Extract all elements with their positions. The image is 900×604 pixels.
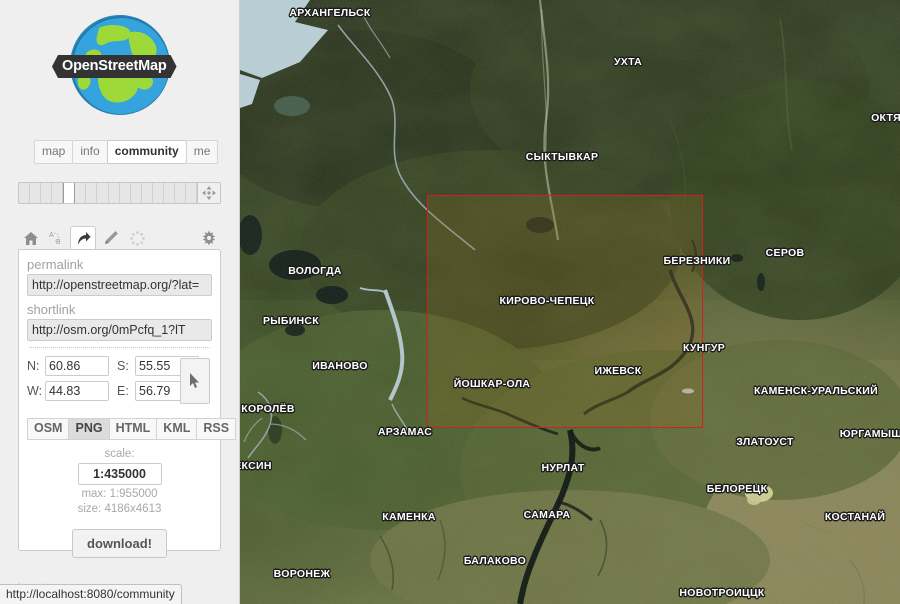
- zoom-slider-tick[interactable]: [75, 183, 87, 203]
- gear-icon[interactable]: [196, 226, 222, 250]
- city-label: АРХАНГЕЛЬСК: [289, 7, 371, 19]
- city-label: ЕКСИН: [240, 460, 272, 472]
- map-canvas[interactable]: АРХАНГЕЛЬСК УХТА ОКТЯ СЫКТЫВКАР СЕРОВ БЕРЕЗНИ…: [240, 0, 900, 604]
- city-label: ВОЛОГДА: [288, 265, 342, 277]
- format-button-group[interactable]: OSM PNG HTML KML RSS: [27, 418, 237, 440]
- city-label: ОКТЯ: [871, 112, 900, 124]
- tab-map[interactable]: map: [34, 140, 74, 164]
- logo-wordmark: OpenStreetMap: [52, 55, 177, 78]
- pan-control-button[interactable]: [197, 183, 220, 203]
- svg-text:A: A: [49, 232, 54, 239]
- city-label: НУРЛАТ: [541, 462, 585, 474]
- north-input[interactable]: [45, 356, 109, 376]
- zoom-slider[interactable]: [18, 182, 221, 204]
- east-label: E:: [117, 384, 129, 398]
- panel-divider: [29, 347, 210, 348]
- zoom-slider-tick[interactable]: [52, 183, 64, 203]
- scale-label: scale:: [104, 448, 135, 460]
- format-button-kml[interactable]: KML: [156, 418, 198, 440]
- tab-info[interactable]: info: [72, 140, 108, 164]
- city-label: КАМЕНСК-УРАЛЬСКИЙ: [754, 385, 878, 397]
- zoom-slider-tick[interactable]: [97, 183, 109, 203]
- zoom-slider-tick[interactable]: [19, 183, 31, 203]
- city-label: ЙОШКАР-ОЛА: [453, 378, 531, 390]
- zoom-slider-tick[interactable]: [164, 183, 175, 203]
- zoom-slider-tick[interactable]: [186, 183, 197, 203]
- south-label: S:: [117, 359, 129, 373]
- zoom-slider-tick[interactable]: [120, 183, 131, 203]
- zoom-slider-tick[interactable]: [41, 183, 53, 203]
- city-label: КАМЕНКА: [382, 511, 436, 523]
- city-label: ЮРГАМЫШ: [839, 428, 900, 440]
- city-label: ИВАНОВО: [312, 360, 368, 372]
- home-icon[interactable]: [18, 226, 44, 250]
- west-label: W:: [27, 384, 43, 398]
- city-label: КУНГУР: [682, 342, 726, 354]
- city-label: КОСТАНАЙ: [824, 511, 886, 523]
- west-input[interactable]: [45, 381, 109, 401]
- north-label: N:: [27, 359, 40, 373]
- sidebar: OpenStreetMap map info community me A B …: [0, 0, 240, 604]
- svg-text:B: B: [56, 239, 61, 246]
- city-label: КОРОЛЁВ: [241, 403, 295, 415]
- city-label: БАЛАКОВО: [463, 555, 527, 567]
- city-label: ЗЛАТОУСТ: [736, 436, 794, 448]
- bbox-coordinates: N: S: W: E:: [27, 356, 212, 410]
- spinner-icon[interactable]: [124, 226, 150, 250]
- city-label: СЕРОВ: [765, 247, 805, 259]
- max-scale-text: max: 1:955000: [81, 488, 158, 500]
- zoom-slider-tick[interactable]: [175, 183, 186, 203]
- city-label: НОВОТРОИЦЦК: [679, 587, 765, 599]
- format-button-html[interactable]: HTML: [108, 418, 158, 440]
- permalink-input[interactable]: [27, 274, 212, 296]
- pencil-icon[interactable]: [98, 226, 124, 250]
- zoom-slider-tick[interactable]: [153, 183, 164, 203]
- top-tab-bar[interactable]: map info community me: [34, 140, 219, 164]
- route-ab-icon[interactable]: A B: [44, 226, 70, 250]
- permalink-label: permalink: [27, 257, 84, 272]
- city-label: КИРОВО-ЧЕПЕЦК: [499, 295, 595, 307]
- zoom-slider-tick[interactable]: [86, 183, 98, 203]
- city-label: УХТА: [613, 56, 643, 68]
- scale-input[interactable]: [77, 463, 162, 485]
- city-label: АРЗАМАС: [377, 426, 433, 438]
- city-label: БЕЛОРЕЦК: [706, 483, 768, 495]
- zoom-slider-handle[interactable]: [63, 183, 76, 203]
- share-icon[interactable]: [70, 226, 96, 250]
- map-selection-rectangle[interactable]: [427, 195, 703, 428]
- cursor-arrow-icon: [190, 373, 199, 388]
- format-button-osm[interactable]: OSM: [27, 418, 70, 440]
- city-label: РЫБИНСК: [262, 315, 320, 327]
- tab-community[interactable]: community: [106, 140, 187, 164]
- shortlink-label: shortlink: [27, 302, 76, 317]
- browser-status-bar: http://localhost:8080/community: [0, 584, 182, 604]
- format-button-rss[interactable]: RSS: [196, 418, 237, 440]
- panel-tool-tabs[interactable]: A B: [18, 226, 221, 250]
- application-window: АРХАНГЕЛЬСК УХТА ОКТЯ СЫКТЫВКАР СЕРОВ БЕРЕЗНИ…: [0, 0, 900, 604]
- download-button[interactable]: download!: [72, 529, 167, 558]
- tab-me[interactable]: me: [185, 140, 219, 164]
- export-panel: permalink shortlink N: S: W: E:: [18, 249, 237, 558]
- format-button-png[interactable]: PNG: [68, 418, 110, 440]
- move-arrows-icon: [202, 186, 216, 200]
- city-label: СЫКТЫВКАР: [525, 151, 599, 163]
- city-label: ИЖЕВСК: [594, 365, 642, 377]
- zoom-slider-tick[interactable]: [131, 183, 142, 203]
- output-size-text: size: 4186x4613: [77, 503, 162, 515]
- zoom-slider-tick[interactable]: [109, 183, 120, 203]
- select-area-button[interactable]: [180, 358, 210, 404]
- city-label: САМАРА: [523, 509, 571, 521]
- zoom-slider-tick[interactable]: [30, 183, 42, 203]
- zoom-slider-tick[interactable]: [142, 183, 153, 203]
- city-label: ВОРОНЕЖ: [273, 568, 331, 580]
- shortlink-input[interactable]: [27, 319, 212, 341]
- site-logo[interactable]: OpenStreetMap: [55, 15, 185, 115]
- city-label: БЕРЕЗНИКИ: [663, 255, 731, 267]
